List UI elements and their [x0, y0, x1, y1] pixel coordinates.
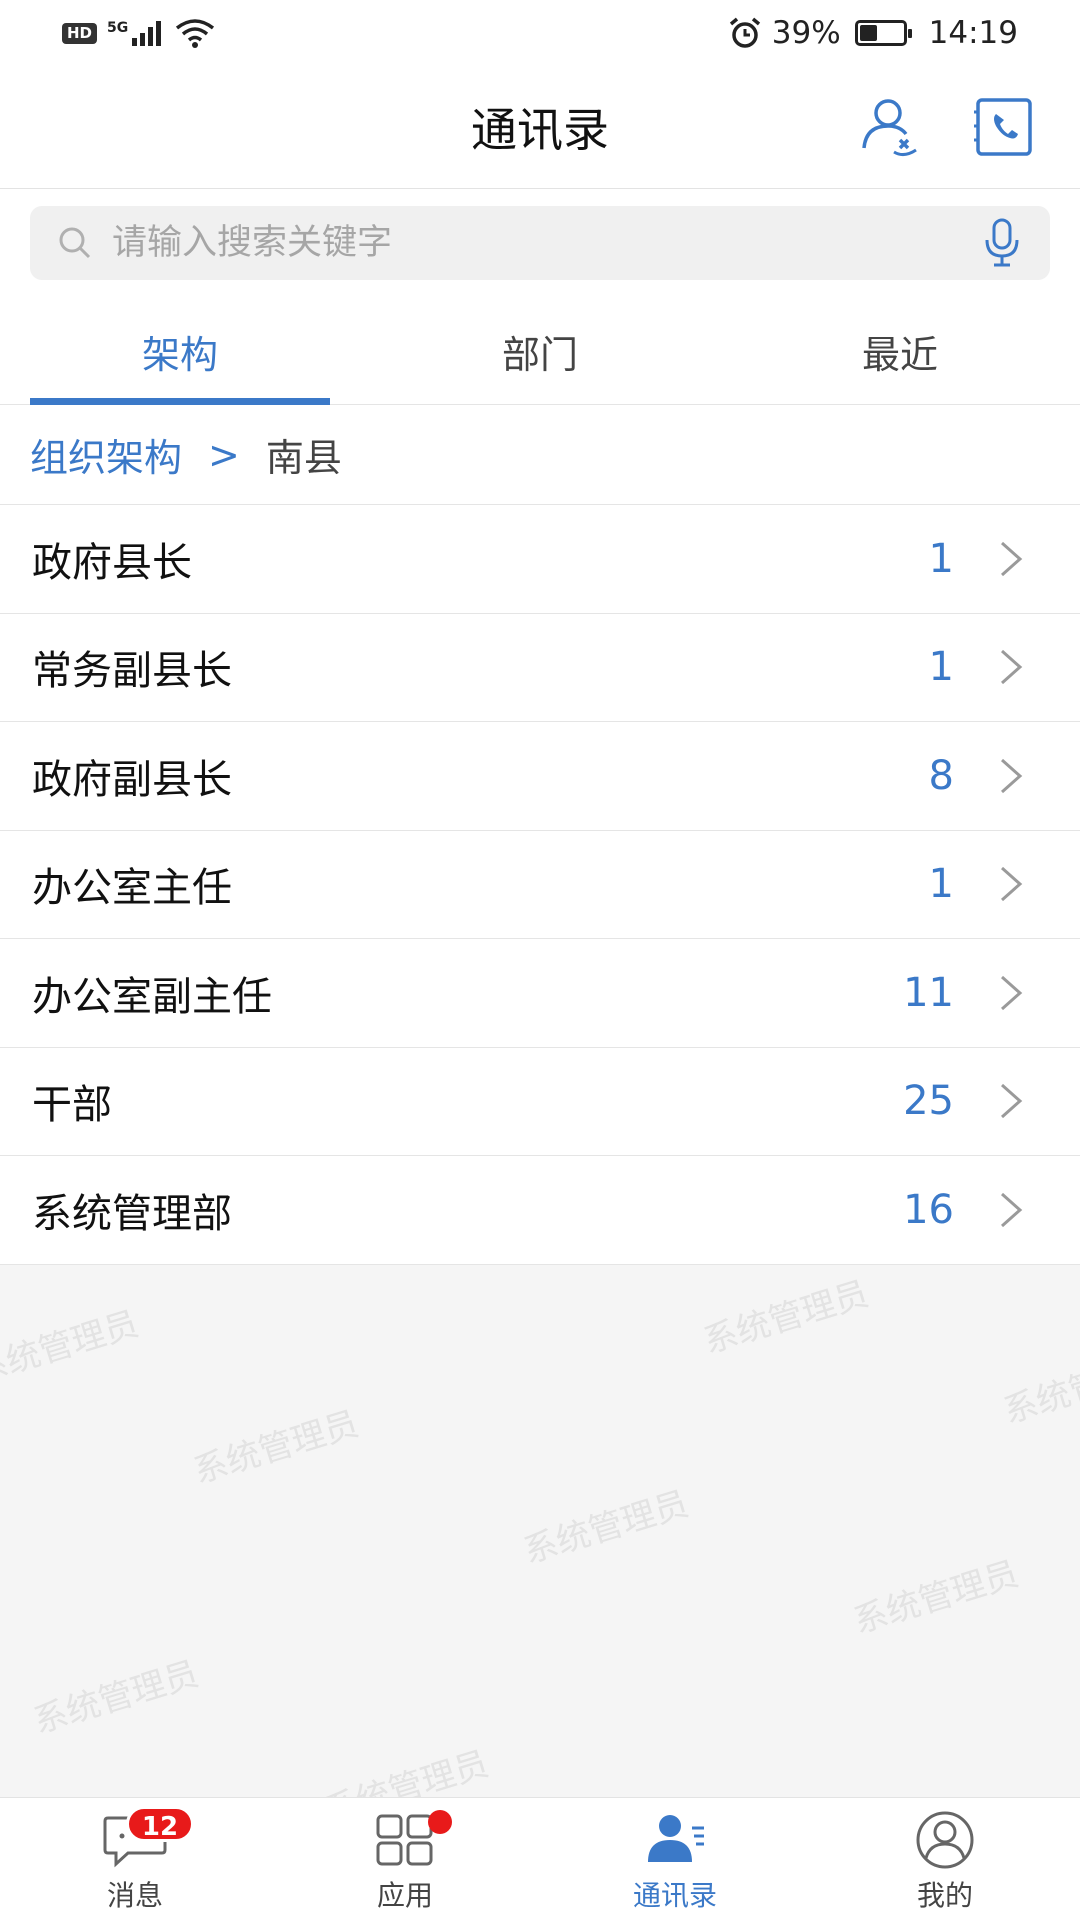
chevron-right-icon — [1001, 650, 1023, 685]
wifi-icon — [176, 19, 215, 48]
battery-fill — [859, 25, 877, 41]
chevron-right-icon — [1001, 975, 1023, 1010]
department-name: 常务副县长 — [32, 648, 232, 695]
battery-icon — [854, 20, 912, 46]
list-item[interactable]: 办公室副主任 11 — [0, 939, 1080, 1048]
member-count: 16 — [903, 1186, 954, 1233]
list-item[interactable]: 政府县长 1 — [0, 505, 1080, 614]
department-list: 政府县长 1 常务副县长 1 政府副县长 8 办公室主任 1 办公室副主任 11… — [0, 505, 1080, 1265]
search-bar — [0, 189, 1080, 297]
clock: 14:19 — [928, 15, 1018, 51]
watermark-text: 系统管理员 — [28, 1653, 204, 1742]
nav-messages[interactable]: 12 消息 — [0, 1798, 270, 1920]
list-item[interactable]: 系统管理部 16 — [0, 1156, 1080, 1265]
nav-label: 消息 — [106, 1879, 163, 1912]
nav-apps[interactable]: 应用 — [270, 1798, 540, 1920]
department-name: 系统管理部 — [32, 1190, 232, 1237]
nav-contacts[interactable]: 通讯录 — [540, 1798, 810, 1920]
nav-label: 我的 — [916, 1879, 973, 1912]
notification-dot — [428, 1810, 452, 1834]
search-input[interactable] — [112, 223, 982, 263]
contacts-screen: 系统管理员 系统管理员 系统管理员 系统管理员 系统管理员 系统管理员 系统管理员 系统管理员… — [0, 0, 1080, 1920]
chevron-right-icon — [1001, 1084, 1023, 1119]
breadcrumb: 组织架构 > 南县 — [0, 405, 1080, 505]
watermark-text: 系统管理员 — [0, 1303, 144, 1392]
list-item[interactable]: 办公室主任 1 — [0, 831, 1080, 939]
tab-structure[interactable]: 架构 — [0, 297, 360, 405]
status-bar: HD 5G 39% 14:19 — [0, 0, 1080, 66]
profile-icon — [916, 1811, 974, 1869]
battery-percent: 39% — [771, 15, 841, 51]
member-count: 25 — [903, 1078, 954, 1125]
member-count: 11 — [903, 969, 954, 1016]
search-box[interactable] — [30, 206, 1050, 280]
alarm-icon — [729, 17, 760, 48]
hd-badge: HD — [62, 22, 98, 44]
chevron-right-icon — [1001, 758, 1023, 793]
watermark-text: 系统管理员 — [848, 1553, 1024, 1642]
watermark-text: 系统管理员 — [518, 1483, 694, 1572]
chevron-right-icon — [1001, 541, 1023, 576]
tab-recent[interactable]: 最近 — [720, 297, 1080, 405]
chevron-right-icon — [1001, 1192, 1023, 1227]
watermark-text: 系统管理员 — [188, 1403, 364, 1492]
department-name: 办公室主任 — [32, 865, 232, 912]
department-name: 办公室副主任 — [32, 973, 272, 1020]
status-right: 39% 14:19 — [728, 15, 1018, 51]
tab-departments[interactable]: 部门 — [360, 297, 720, 405]
tab-bar: 架构 部门 最近 — [0, 297, 1080, 405]
contacts-icon — [648, 1815, 704, 1862]
bottom-nav: 12 消息 应用 通讯录 我的 — [0, 1797, 1080, 1920]
contact-remove-icon[interactable] — [858, 96, 924, 158]
unread-badge: 12 — [126, 1806, 194, 1842]
breadcrumb-separator: > — [208, 432, 240, 477]
signal-bars-icon — [132, 21, 162, 46]
search-icon — [59, 227, 91, 259]
list-item[interactable]: 干部 25 — [0, 1048, 1080, 1156]
department-name: 干部 — [32, 1082, 112, 1129]
breadcrumb-root[interactable]: 组织架构 — [30, 427, 182, 482]
status-left: HD 5G — [62, 18, 215, 48]
department-name: 政府县长 — [32, 539, 192, 586]
network-type: 5G — [107, 20, 129, 36]
breadcrumb-current: 南县 — [265, 436, 342, 480]
member-count: 1 — [928, 644, 954, 691]
member-count: 8 — [928, 752, 954, 799]
watermark-text: 系统管理员 — [698, 1273, 874, 1362]
list-item[interactable]: 政府副县长 8 — [0, 722, 1080, 831]
watermark-text: 系统管理员 — [998, 1343, 1080, 1432]
member-count: 1 — [928, 861, 954, 908]
nav-profile[interactable]: 我的 — [810, 1798, 1080, 1920]
department-name: 政府副县长 — [32, 756, 232, 803]
app-header: 通讯录 — [0, 66, 1080, 189]
phonebook-icon[interactable] — [972, 96, 1038, 158]
microphone-icon[interactable] — [982, 218, 1022, 268]
nav-label: 通讯录 — [632, 1879, 717, 1912]
list-item[interactable]: 常务副县长 1 — [0, 614, 1080, 722]
chevron-right-icon — [1001, 867, 1023, 902]
member-count: 1 — [928, 535, 954, 582]
nav-label: 应用 — [376, 1879, 433, 1912]
signal-icon: 5G — [107, 20, 165, 46]
